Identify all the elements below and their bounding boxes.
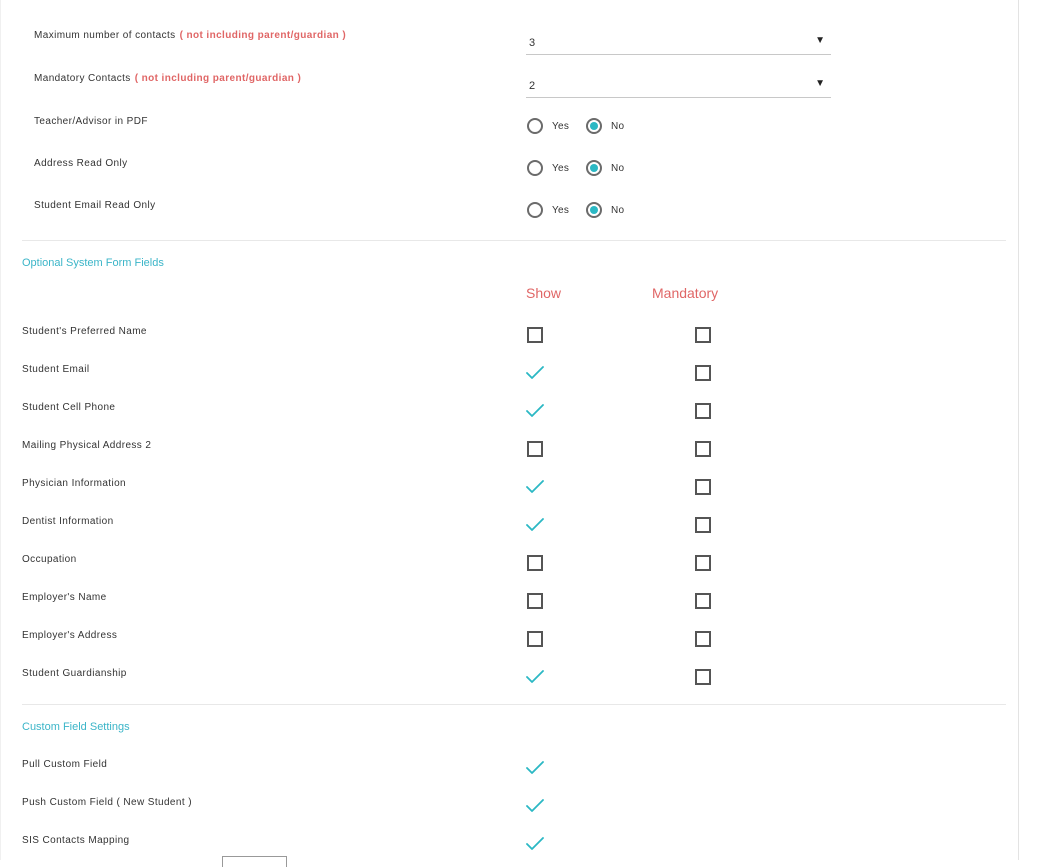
show-checkbox-checked[interactable] bbox=[526, 366, 544, 380]
field-label: Employer's Address bbox=[22, 630, 118, 641]
show-checkbox[interactable] bbox=[527, 631, 543, 647]
show-checkbox[interactable] bbox=[527, 555, 543, 571]
mandatory-contacts-value: 2 bbox=[529, 80, 536, 92]
mandatory-checkbox[interactable] bbox=[695, 593, 711, 609]
max-contacts-note: ( not including parent/guardian ) bbox=[179, 30, 347, 41]
field-label: Student Email bbox=[22, 364, 90, 375]
teacher-advisor-pdf-label: Teacher/Advisor in PDF bbox=[34, 116, 148, 127]
panel-left-border bbox=[0, 0, 1, 860]
mandatory-checkbox[interactable] bbox=[695, 669, 711, 685]
custom-field-label: Pull Custom Field bbox=[22, 759, 108, 770]
student-email-read-only-yes-radio[interactable]: Yes bbox=[527, 202, 569, 218]
radio-circle-checked-icon bbox=[586, 160, 602, 176]
field-label: Employer's Name bbox=[22, 592, 107, 603]
dropdown-arrow-icon: ▼ bbox=[815, 35, 825, 46]
radio-circle-icon bbox=[527, 160, 543, 176]
mandatory-checkbox[interactable] bbox=[695, 517, 711, 533]
show-checkbox[interactable] bbox=[527, 593, 543, 609]
custom-field-label: Push Custom Field ( New Student ) bbox=[22, 797, 192, 808]
show-checkbox-checked[interactable] bbox=[526, 404, 544, 418]
max-contacts-value: 3 bbox=[529, 37, 536, 49]
address-read-only-label: Address Read Only bbox=[34, 158, 128, 169]
custom-field-label: SIS Contacts Mapping bbox=[22, 835, 130, 846]
field-label: Occupation bbox=[22, 554, 77, 565]
mandatory-column-header: Mandatory bbox=[652, 285, 719, 301]
show-checkbox[interactable] bbox=[527, 327, 543, 343]
cut-off-input[interactable] bbox=[222, 856, 287, 867]
panel-right-border bbox=[1018, 0, 1019, 860]
show-column-header: Show bbox=[526, 285, 562, 301]
radio-circle-checked-icon bbox=[586, 118, 602, 134]
field-label: Mailing Physical Address 2 bbox=[22, 440, 152, 451]
max-contacts-label: Maximum number of contacts( not includin… bbox=[34, 30, 347, 41]
radio-circle-checked-icon bbox=[586, 202, 602, 218]
show-checkbox[interactable] bbox=[527, 441, 543, 457]
show-checkbox-checked[interactable] bbox=[526, 670, 544, 684]
max-contacts-select[interactable]: 3 ▼ bbox=[526, 32, 831, 55]
mandatory-checkbox[interactable] bbox=[695, 631, 711, 647]
show-checkbox-checked[interactable] bbox=[526, 480, 544, 494]
mandatory-checkbox[interactable] bbox=[695, 479, 711, 495]
mandatory-checkbox[interactable] bbox=[695, 327, 711, 343]
teacher-advisor-pdf-yes-radio[interactable]: Yes bbox=[527, 118, 569, 134]
student-email-read-only-label: Student Email Read Only bbox=[34, 200, 156, 211]
mandatory-contacts-label: Mandatory Contacts( not including parent… bbox=[34, 73, 302, 84]
radio-circle-icon bbox=[527, 202, 543, 218]
student-email-read-only-no-radio[interactable]: No bbox=[586, 202, 624, 218]
section-divider bbox=[22, 704, 1006, 705]
optional-fields-section-title: Optional System Form Fields bbox=[22, 257, 164, 269]
address-read-only-no-radio[interactable]: No bbox=[586, 160, 624, 176]
mandatory-contacts-note: ( not including parent/guardian ) bbox=[134, 73, 302, 84]
custom-fields-section-title: Custom Field Settings bbox=[22, 721, 130, 733]
field-label: Student's Preferred Name bbox=[22, 326, 147, 337]
field-label: Student Guardianship bbox=[22, 668, 127, 679]
mandatory-checkbox[interactable] bbox=[695, 403, 711, 419]
field-label: Student Cell Phone bbox=[22, 402, 116, 413]
custom-field-checkbox-checked[interactable] bbox=[526, 761, 544, 775]
show-checkbox-checked[interactable] bbox=[526, 518, 544, 532]
mandatory-checkbox[interactable] bbox=[695, 441, 711, 457]
teacher-advisor-pdf-no-radio[interactable]: No bbox=[586, 118, 624, 134]
mandatory-contacts-select[interactable]: 2 ▼ bbox=[526, 75, 831, 98]
mandatory-checkbox[interactable] bbox=[695, 365, 711, 381]
address-read-only-yes-radio[interactable]: Yes bbox=[527, 160, 569, 176]
section-divider bbox=[22, 240, 1006, 241]
field-label: Physician Information bbox=[22, 478, 127, 489]
field-label: Dentist Information bbox=[22, 516, 114, 527]
custom-field-checkbox-checked[interactable] bbox=[526, 837, 544, 851]
custom-field-checkbox-checked[interactable] bbox=[526, 799, 544, 813]
mandatory-checkbox[interactable] bbox=[695, 555, 711, 571]
radio-circle-icon bbox=[527, 118, 543, 134]
dropdown-arrow-icon: ▼ bbox=[815, 78, 825, 89]
